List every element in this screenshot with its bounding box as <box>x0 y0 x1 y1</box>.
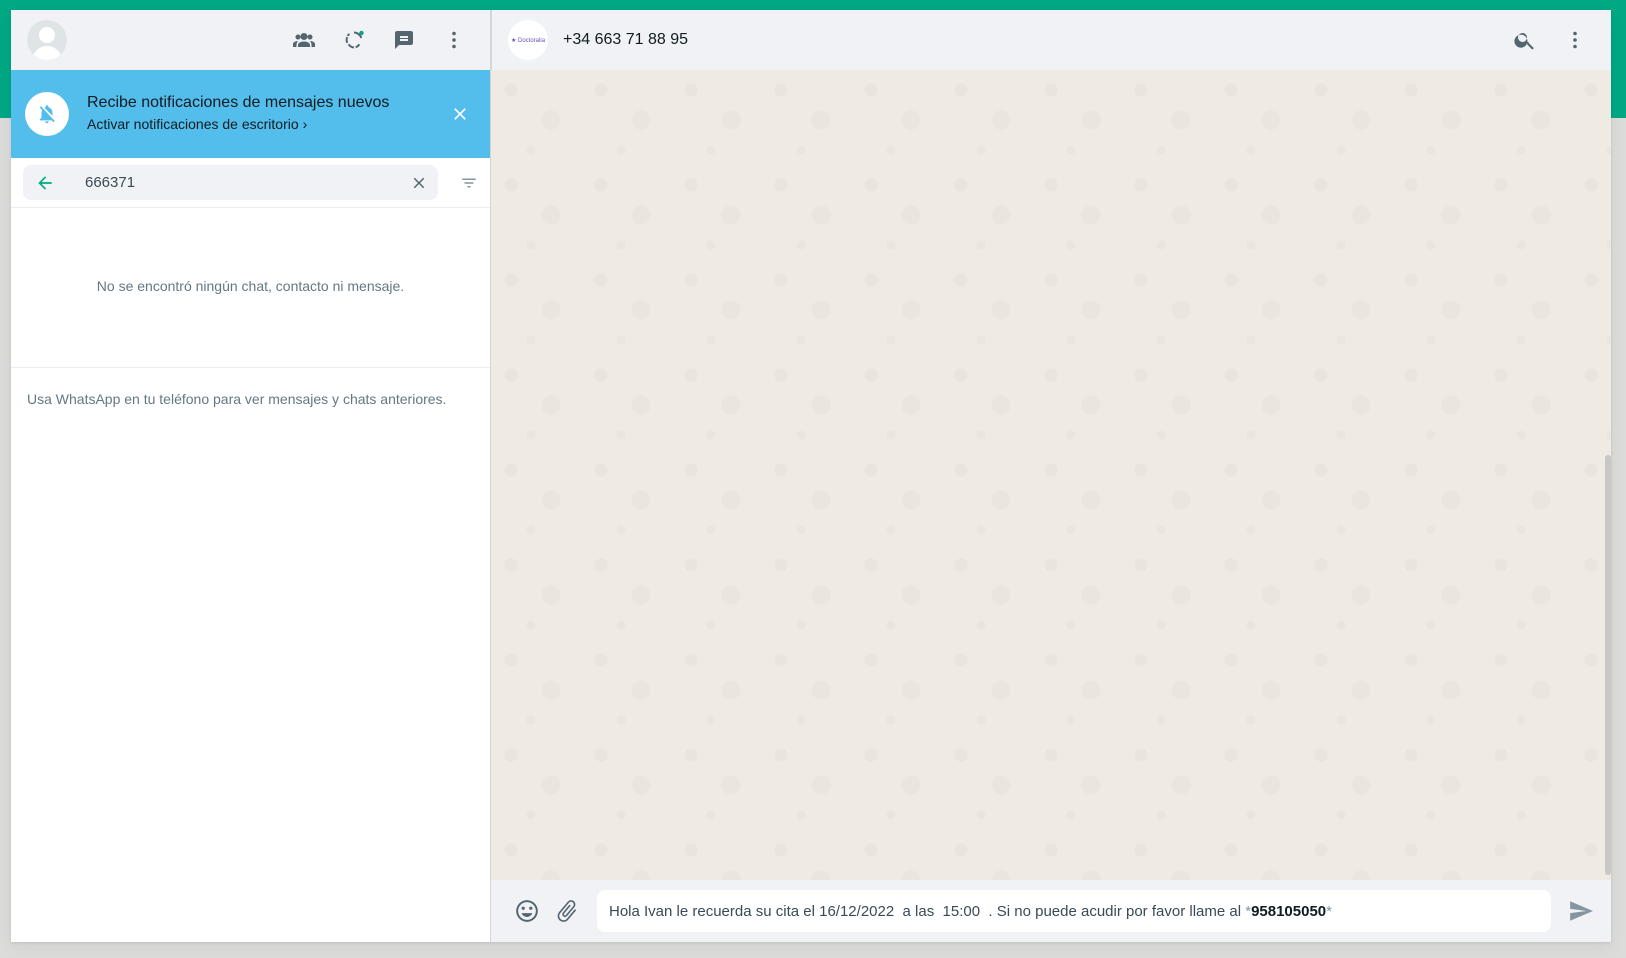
profile-avatar[interactable] <box>27 20 67 60</box>
chevron-right-icon: › <box>302 116 308 132</box>
message-area[interactable] <box>491 70 1611 880</box>
search-icon[interactable] <box>1505 20 1545 60</box>
menu-icon[interactable] <box>434 20 474 60</box>
clear-search-icon[interactable] <box>410 174 428 192</box>
side-panel: Recibe notificaciones de mensajes nuevos… <box>11 10 491 942</box>
bell-off-icon <box>25 92 69 136</box>
status-icon[interactable] <box>334 20 374 60</box>
close-icon[interactable] <box>444 98 476 130</box>
bold-marker-close: * <box>1326 902 1332 920</box>
notification-banner: Recibe notificaciones de mensajes nuevos… <box>11 70 490 158</box>
whatsapp-app: Recibe notificaciones de mensajes nuevos… <box>11 10 1611 942</box>
message-composer: Hola Ivan le recuerda su cita el 16/12/2… <box>491 880 1611 942</box>
search-box <box>23 165 438 200</box>
attach-icon[interactable] <box>547 891 587 931</box>
conversation-actions <box>1505 20 1595 60</box>
contact-name[interactable]: +34 663 71 88 95 <box>563 31 1505 49</box>
side-header-actions <box>284 20 474 60</box>
message-phone-number: 958105050 <box>1251 902 1327 920</box>
message-input[interactable]: Hola Ivan le recuerda su cita el 16/12/2… <box>597 890 1551 932</box>
notification-title: Recibe notificaciones de mensajes nuevos <box>87 94 390 111</box>
doctoralia-logo: ★ Doctoralia <box>510 37 546 44</box>
notification-text: Recibe notificaciones de mensajes nuevos… <box>87 94 444 134</box>
search-row <box>11 158 490 208</box>
no-results-message: No se encontró ningún chat, contacto ni … <box>11 208 490 368</box>
history-hint: Usa WhatsApp en tu teléfono para ver men… <box>27 391 447 407</box>
message-text: Hola Ivan le recuerda su cita el 16/12/2… <box>609 902 1246 920</box>
search-input[interactable] <box>85 174 410 191</box>
contact-avatar[interactable]: ★ Doctoralia <box>508 20 548 60</box>
enable-notifications-label: Activar notificaciones de escritorio <box>87 116 299 132</box>
conversation-panel: ★ Doctoralia +34 663 71 88 95 Hola Ivan … <box>491 10 1611 942</box>
back-arrow-icon[interactable] <box>35 173 55 193</box>
send-icon[interactable] <box>1561 891 1601 931</box>
scrollbar[interactable] <box>1605 455 1611 875</box>
enable-notifications-link[interactable]: Activar notificaciones de escritorio › <box>87 116 307 132</box>
filter-icon[interactable] <box>438 174 478 192</box>
side-header <box>11 10 490 70</box>
conversation-menu-icon[interactable] <box>1555 20 1595 60</box>
emoji-icon[interactable] <box>507 891 547 931</box>
communities-icon[interactable] <box>284 20 324 60</box>
conversation-header: ★ Doctoralia +34 663 71 88 95 <box>491 10 1611 70</box>
new-chat-icon[interactable] <box>384 20 424 60</box>
